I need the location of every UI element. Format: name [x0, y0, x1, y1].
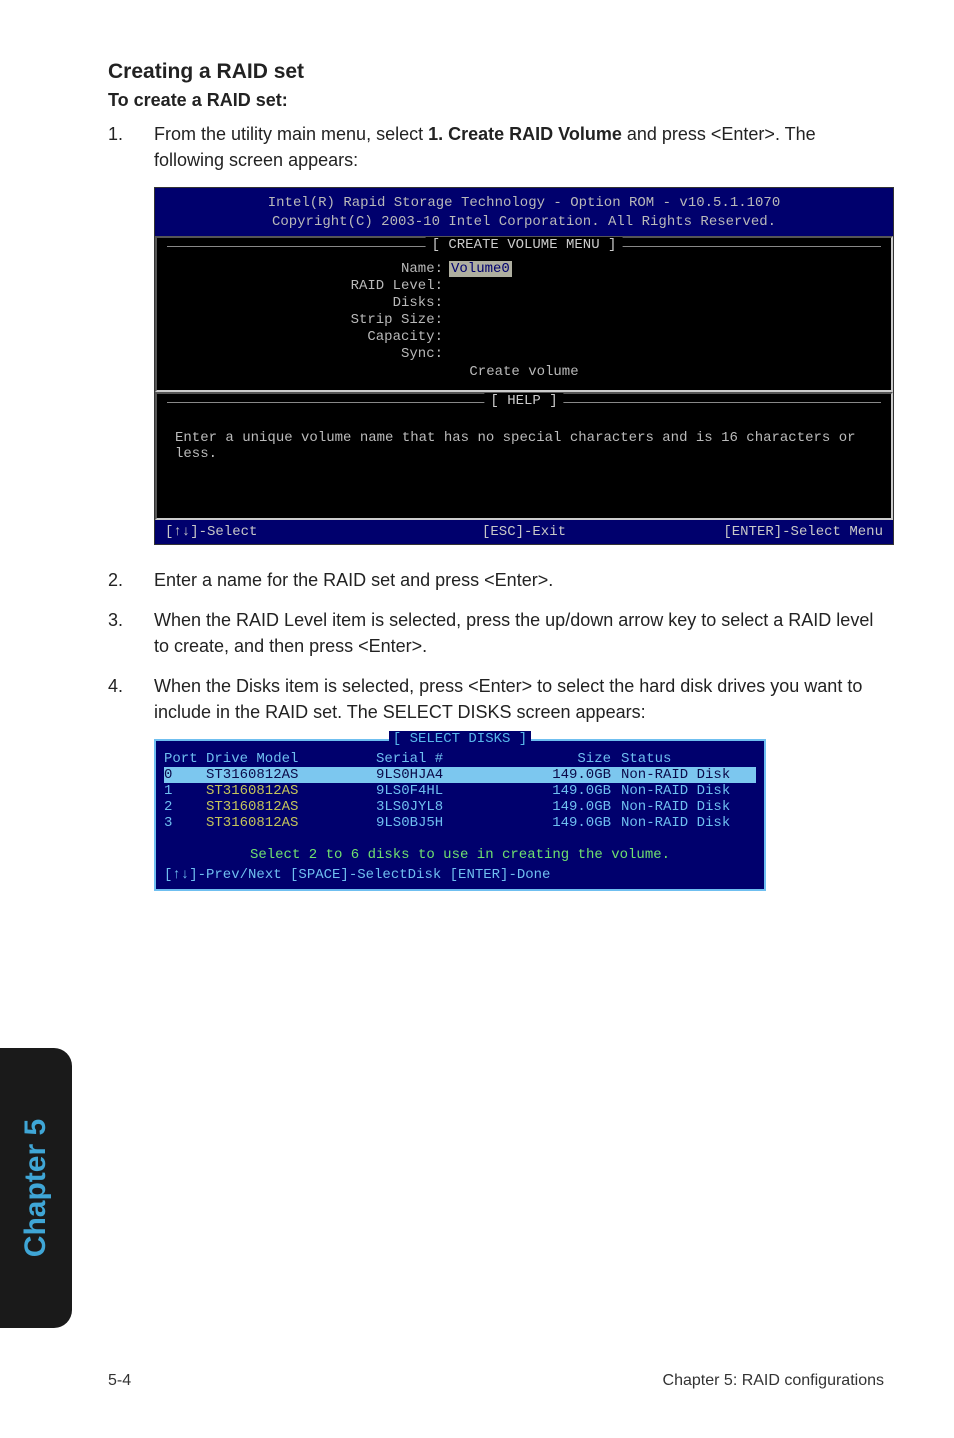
chapter-tab-label: Chapter 5: [19, 1119, 53, 1257]
table-row[interactable]: 3ST3160812AS9LS0BJ5H149.0GBNon-RAID Disk: [164, 815, 756, 831]
table-header: Port Drive Model Serial # Size Status: [164, 751, 756, 767]
field-name-value[interactable]: Volume0: [449, 261, 512, 277]
step-text: When the Disks item is selected, press <…: [154, 673, 884, 725]
cell-status: Non-RAID Disk: [621, 799, 756, 815]
select-note: Select 2 to 6 disks to use in creating t…: [156, 833, 764, 867]
step-text: Enter a name for the RAID set and press …: [154, 567, 884, 593]
step-text: From the utility main menu, select 1. Cr…: [154, 121, 884, 173]
section-subheading: To create a RAID set:: [108, 90, 884, 111]
field-capacity-label: Capacity:: [169, 329, 449, 345]
cell-status: Non-RAID Disk: [621, 767, 756, 783]
table-row[interactable]: 0ST3160812AS9LS0HJA4149.0GBNon-RAID Disk: [164, 767, 756, 783]
cell-model: ST3160812AS: [206, 815, 376, 831]
cell-size: 149.0GB: [526, 799, 621, 815]
help-panel: [ HELP ] Enter a unique volume name that…: [155, 392, 893, 520]
cell-model: ST3160812AS: [206, 783, 376, 799]
help-text: Enter a unique volume name that has no s…: [157, 412, 891, 518]
chapter-tab: Chapter 5: [0, 1048, 72, 1328]
table-row[interactable]: 1ST3160812AS9LS0F4HL149.0GBNon-RAID Disk: [164, 783, 756, 799]
field-sync-label: Sync:: [169, 346, 449, 362]
cell-size: 149.0GB: [526, 783, 621, 799]
bios-header: Intel(R) Rapid Storage Technology - Opti…: [155, 188, 893, 236]
cell-serial: 9LS0BJ5H: [376, 815, 526, 831]
field-name-label: Name:: [169, 261, 449, 277]
hdr-serial: Serial #: [376, 751, 526, 767]
bios-select-disks-screen: [ SELECT DISKS ] Port Drive Model Serial…: [154, 739, 766, 891]
footer-exit: [ESC]-Exit: [404, 524, 643, 540]
page-footer: 5-4 Chapter 5: RAID configurations: [108, 1372, 884, 1390]
create-volume-title: [ CREATE VOLUME MENU ]: [426, 237, 623, 253]
create-volume-panel: [ CREATE VOLUME MENU ] Name:Volume0 RAID…: [155, 236, 893, 392]
cell-serial: 3LS0JYL8: [376, 799, 526, 815]
hdr-port: Port: [164, 751, 206, 767]
bios-footer: [↑↓]-Select [ESC]-Exit [ENTER]-Select Me…: [155, 520, 893, 544]
field-raid-level-label: RAID Level:: [169, 278, 449, 294]
step-number: 2.: [108, 567, 154, 593]
table-row[interactable]: 2ST3160812AS3LS0JYL8149.0GBNon-RAID Disk: [164, 799, 756, 815]
cell-serial: 9LS0F4HL: [376, 783, 526, 799]
cell-size: 149.0GB: [526, 767, 621, 783]
bios-create-volume-screen: Intel(R) Rapid Storage Technology - Opti…: [154, 187, 894, 545]
cell-status: Non-RAID Disk: [621, 783, 756, 799]
step-number: 1.: [108, 121, 154, 173]
cell-model: ST3160812AS: [206, 767, 376, 783]
step-4: 4. When the Disks item is selected, pres…: [108, 673, 884, 725]
bios-title-line2: Copyright(C) 2003-10 Intel Corporation. …: [165, 213, 883, 232]
cell-size: 149.0GB: [526, 815, 621, 831]
footer-select: [↑↓]-Select: [165, 524, 404, 540]
select-disks-title: [ SELECT DISKS ]: [389, 731, 531, 747]
step-number: 3.: [108, 607, 154, 659]
cell-status: Non-RAID Disk: [621, 815, 756, 831]
cell-port: 2: [164, 799, 206, 815]
cell-port: 0: [164, 767, 206, 783]
step-3: 3. When the RAID Level item is selected,…: [108, 607, 884, 659]
cell-port: 1: [164, 783, 206, 799]
field-strip-size-label: Strip Size:: [169, 312, 449, 328]
section-heading: Creating a RAID set: [108, 60, 884, 84]
step-number: 4.: [108, 673, 154, 725]
step-1: 1. From the utility main menu, select 1.…: [108, 121, 884, 173]
field-disks-label: Disks:: [169, 295, 449, 311]
step-bold: 1. Create RAID Volume: [428, 124, 622, 144]
step-text: When the RAID Level item is selected, pr…: [154, 607, 884, 659]
hdr-status: Status: [621, 751, 756, 767]
select-disks-footer: [↑↓]-Prev/Next [SPACE]-SelectDisk [ENTER…: [156, 867, 764, 889]
help-title: [ HELP ]: [484, 393, 563, 409]
disk-table: Port Drive Model Serial # Size Status 0S…: [156, 749, 764, 833]
footer-title: Chapter 5: RAID configurations: [168, 1372, 884, 1390]
footer-enter: [ENTER]-Select Menu: [644, 524, 883, 540]
hdr-model: Drive Model: [206, 751, 376, 767]
hdr-size: Size: [526, 751, 621, 767]
page-number: 5-4: [108, 1372, 168, 1390]
step-text-a: From the utility main menu, select: [154, 124, 428, 144]
cell-serial: 9LS0HJA4: [376, 767, 526, 783]
step-2: 2. Enter a name for the RAID set and pre…: [108, 567, 884, 593]
cell-model: ST3160812AS: [206, 799, 376, 815]
cell-port: 3: [164, 815, 206, 831]
create-volume-action[interactable]: Create volume: [169, 364, 879, 380]
bios-title-line1: Intel(R) Rapid Storage Technology - Opti…: [165, 194, 883, 213]
